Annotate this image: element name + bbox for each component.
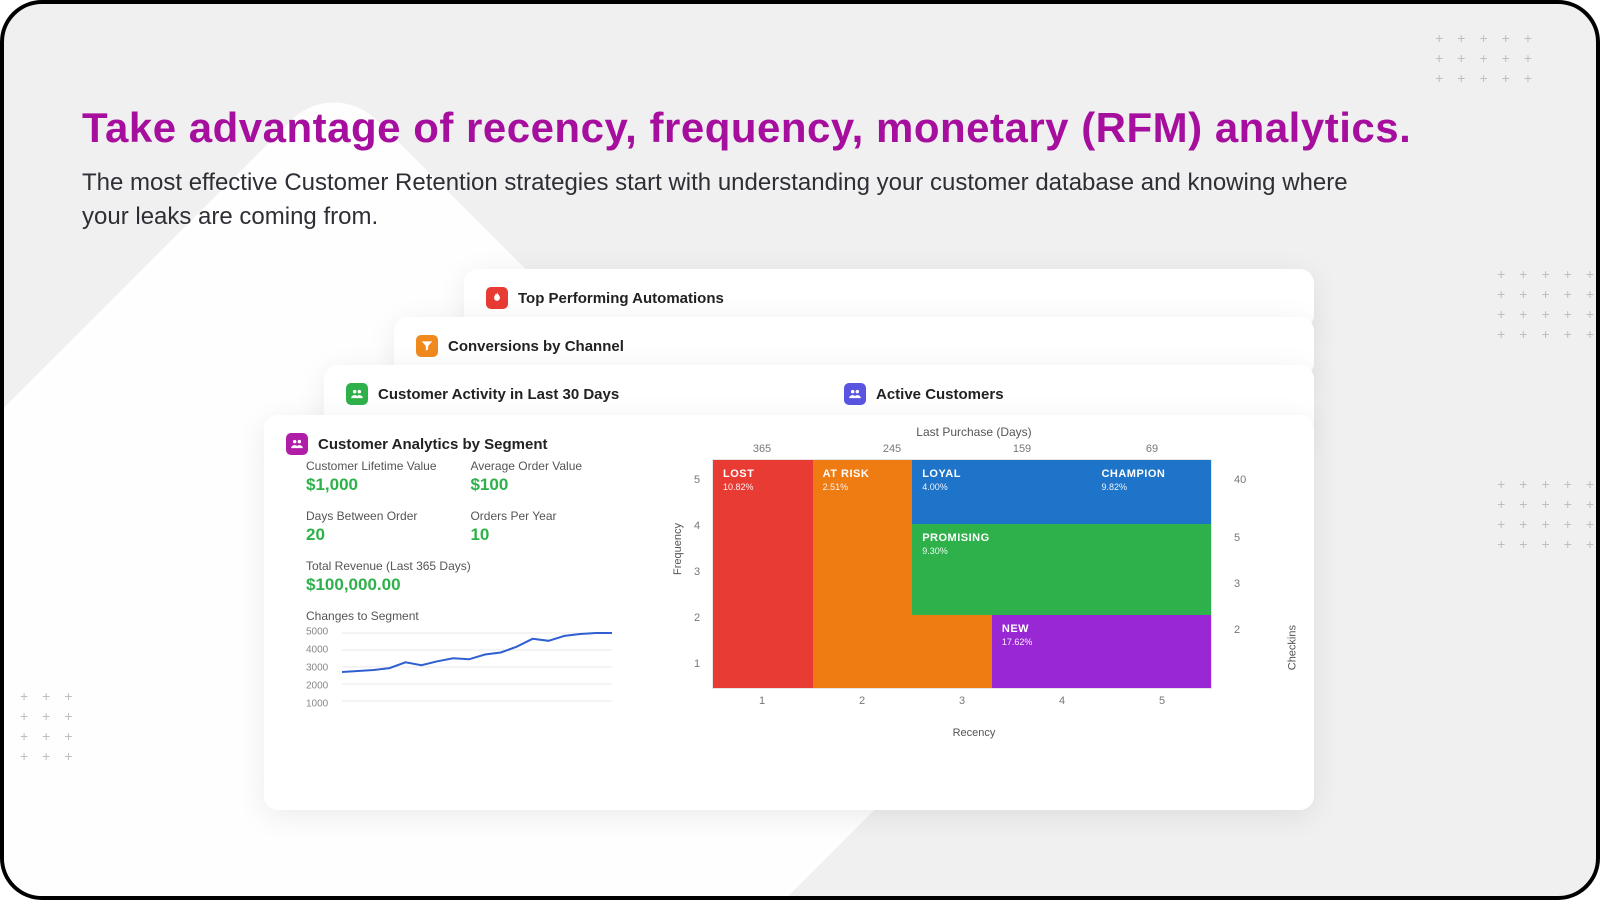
- metric-label: Customer Lifetime Value: [306, 459, 466, 473]
- page-frame: +++++++++++++++ ++++++++++++++++++++ +++…: [0, 0, 1600, 900]
- segment-name: PROMISING: [922, 532, 1201, 544]
- rfm-top-tick: 245: [883, 443, 901, 455]
- metric-label: Days Between Order: [306, 509, 466, 523]
- decorative-plus-mid-right-2: ++++++++++++++++++++: [1497, 474, 1600, 554]
- segment-name: AT RISK: [823, 468, 903, 480]
- segment-promising[interactable]: PROMISING 9.30%: [912, 524, 1211, 615]
- linechart-ytick: 5000: [306, 626, 328, 637]
- rfm-right-ticks: 40 5 3 2: [1234, 457, 1254, 687]
- rfm-bot-tick: 4: [1059, 695, 1065, 707]
- rfm-left-tick: 3: [694, 566, 700, 578]
- metric-label: Orders Per Year: [470, 509, 630, 523]
- decorative-plus-bottom-left: ++++++++++++: [20, 686, 87, 766]
- rfm-right-tick: 3: [1234, 578, 1240, 590]
- card-stack: Top Performing Automations Conversions b…: [264, 269, 1324, 829]
- rfm-chart: Last Purchase (Days) 365 245 159 69 Freq…: [664, 425, 1284, 785]
- rfm-right-axis-label: Checkins: [1286, 625, 1298, 670]
- metric-dbo: Days Between Order 20: [306, 509, 466, 545]
- rfm-left-tick: 5: [694, 474, 700, 486]
- rfm-grid: LOST 10.82% AT RISK 2.51% LOYAL 4.00% CH…: [712, 459, 1212, 689]
- rfm-top-ticks: 365 245 159 69: [712, 443, 1212, 459]
- rfm-right-tick: 5: [1234, 532, 1240, 544]
- segment-new[interactable]: NEW 17.62%: [992, 615, 1211, 688]
- funnel-icon: [416, 335, 438, 357]
- card-title: Top Performing Automations: [518, 290, 724, 307]
- users-icon: [844, 383, 866, 405]
- linechart-svg: [342, 629, 612, 715]
- rfm-bottom-ticks: 1 2 3 4 5: [712, 695, 1212, 711]
- linechart-ytick: 3000: [306, 662, 328, 673]
- segment-loyal[interactable]: LOYAL 4.00%: [912, 460, 1091, 524]
- page-title: Take advantage of recency, frequency, mo…: [82, 104, 1536, 152]
- card-title: Conversions by Channel: [448, 338, 624, 355]
- segment-pct: 10.82%: [723, 482, 803, 492]
- metric-clv: Customer Lifetime Value $1,000: [306, 459, 466, 495]
- segment-champion[interactable]: CHAMPION 9.82%: [1091, 460, 1211, 524]
- decorative-plus-top-right: +++++++++++++++: [1435, 28, 1546, 88]
- rfm-left-tick: 2: [694, 612, 700, 624]
- segment-lost[interactable]: LOST 10.82%: [713, 460, 813, 688]
- segment-atrisk-low[interactable]: [912, 615, 992, 688]
- rfm-bot-tick: 2: [859, 695, 865, 707]
- users-icon: [346, 383, 368, 405]
- rfm-right-tick: 2: [1234, 624, 1240, 636]
- segment-pct: 17.62%: [1002, 637, 1201, 647]
- segment-pct: 9.30%: [922, 546, 1201, 556]
- segment-pct: 9.82%: [1101, 482, 1201, 492]
- rfm-top-tick: 159: [1013, 443, 1031, 455]
- rfm-bot-tick: 5: [1159, 695, 1165, 707]
- decorative-plus-mid-right: ++++++++++++++++++++: [1497, 264, 1600, 344]
- metric-value: 20: [306, 525, 466, 545]
- segment-pct: 4.00%: [922, 482, 1081, 492]
- metric-value: $100: [470, 475, 630, 495]
- segment-atrisk[interactable]: AT RISK 2.51%: [813, 460, 913, 688]
- segment-name: NEW: [1002, 623, 1201, 635]
- rfm-left-tick: 1: [694, 658, 700, 670]
- metric-value: $1,000: [306, 475, 466, 495]
- card-title: Customer Activity in Last 30 Days: [378, 386, 619, 403]
- metric-label: Total Revenue (Last 365 Days): [306, 559, 626, 573]
- rfm-bot-tick: 1: [759, 695, 765, 707]
- card-title: Active Customers: [876, 386, 1004, 403]
- rfm-bottom-axis-label: Recency: [664, 727, 1284, 739]
- linechart-ytick: 2000: [306, 680, 328, 691]
- metric-opy: Orders Per Year 10: [470, 509, 630, 545]
- page-subtitle: The most effective Customer Retention st…: [82, 166, 1362, 234]
- card-customer-analytics: Customer Analytics by Segment Customer L…: [264, 415, 1314, 810]
- metric-value: $100,000.00: [306, 575, 626, 595]
- segment-name: LOYAL: [922, 468, 1081, 480]
- fire-icon: [486, 287, 508, 309]
- linechart-ytick: 1000: [306, 698, 328, 709]
- headline: Take advantage of recency, frequency, mo…: [82, 104, 1536, 234]
- metric-label: Average Order Value: [470, 459, 630, 473]
- segment-name: CHAMPION: [1101, 468, 1201, 480]
- segment-pct: 2.51%: [823, 482, 903, 492]
- segment-name: LOST: [723, 468, 803, 480]
- linechart: 5000 4000 3000 2000 1000: [306, 627, 616, 717]
- rfm-right-tick: 40: [1234, 474, 1246, 486]
- users-icon: [286, 433, 308, 455]
- metrics-grid: Customer Lifetime Value $1,000 Average O…: [306, 459, 636, 717]
- rfm-top-tick: 69: [1146, 443, 1158, 455]
- rfm-top-axis-label: Last Purchase (Days): [664, 425, 1284, 439]
- rfm-bot-tick: 3: [959, 695, 965, 707]
- linechart-ytick: 4000: [306, 644, 328, 655]
- rfm-left-tick: 4: [694, 520, 700, 532]
- metric-revenue: Total Revenue (Last 365 Days) $100,000.0…: [306, 559, 626, 595]
- metric-value: 10: [470, 525, 630, 545]
- rfm-left-ticks: 5 4 3 2 1: [694, 457, 708, 687]
- rfm-left-axis-label: Frequency: [672, 523, 684, 575]
- rfm-top-tick: 365: [753, 443, 771, 455]
- metric-aov: Average Order Value $100: [470, 459, 630, 495]
- card-title: Customer Analytics by Segment: [318, 436, 548, 453]
- linechart-title: Changes to Segment: [306, 609, 636, 623]
